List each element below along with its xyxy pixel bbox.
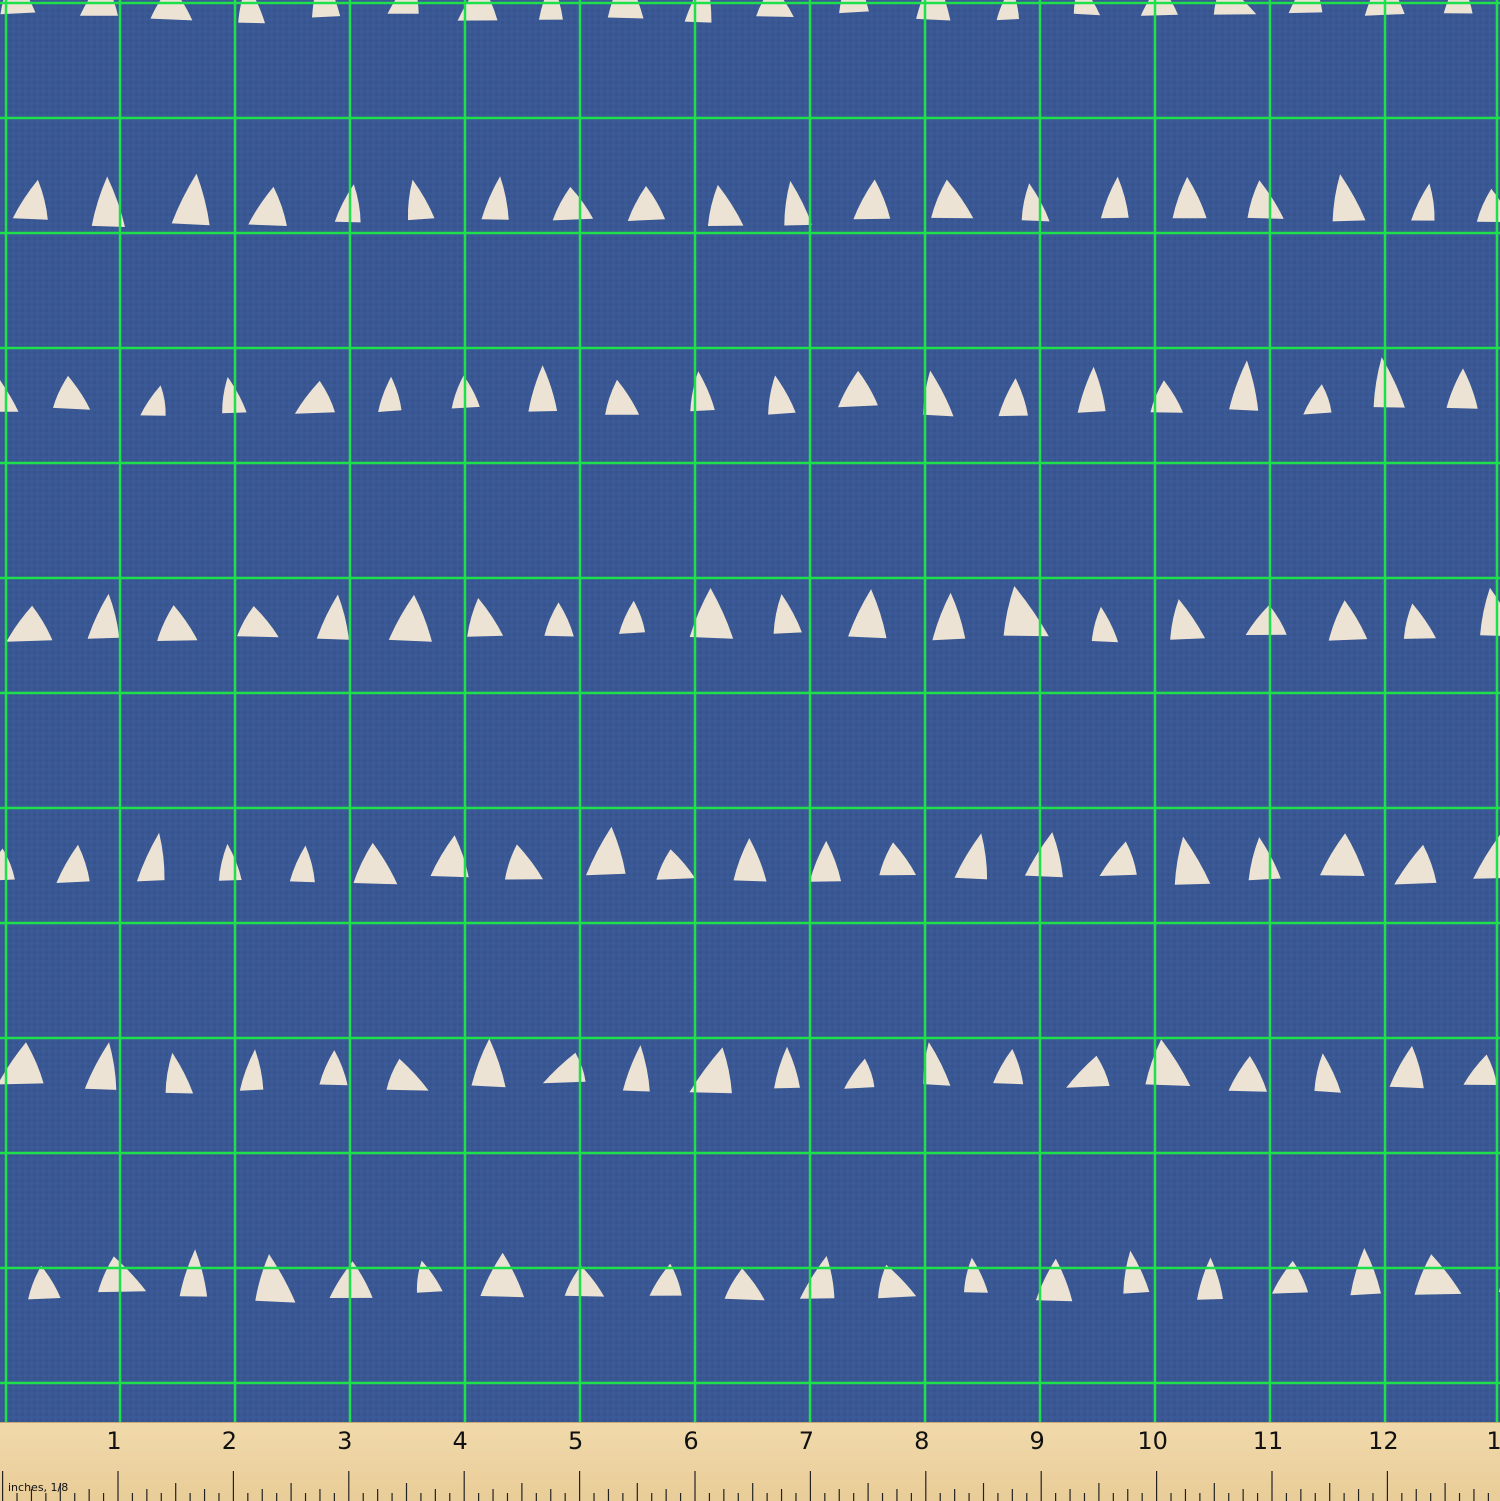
- fabric-swatch: [0, 0, 1500, 1422]
- fabric-pattern: [0, 0, 1500, 1422]
- ruler-number: 3: [337, 1427, 353, 1455]
- ruler-number: 10: [1137, 1427, 1168, 1455]
- ruler-number: 5: [567, 1427, 584, 1455]
- ruler-unit-label: inches, 1/8: [8, 1481, 69, 1494]
- ruler: 1 2 3 4 5 6 7 8 9 10 11 12 1 inches, 1/8: [0, 1422, 1500, 1501]
- ruler-number: 8: [914, 1427, 930, 1455]
- ruler-number: 2: [221, 1427, 238, 1455]
- ruler-number: 12: [1368, 1427, 1399, 1455]
- ruler-number: 7: [798, 1427, 815, 1455]
- ruler-number: 6: [683, 1427, 699, 1455]
- ruler-number: 11: [1252, 1427, 1284, 1455]
- ruler-number: 1: [1486, 1427, 1500, 1455]
- ruler-number: 9: [1029, 1427, 1045, 1455]
- ruler-number: 1: [106, 1427, 122, 1455]
- ruler-number: 4: [452, 1427, 468, 1455]
